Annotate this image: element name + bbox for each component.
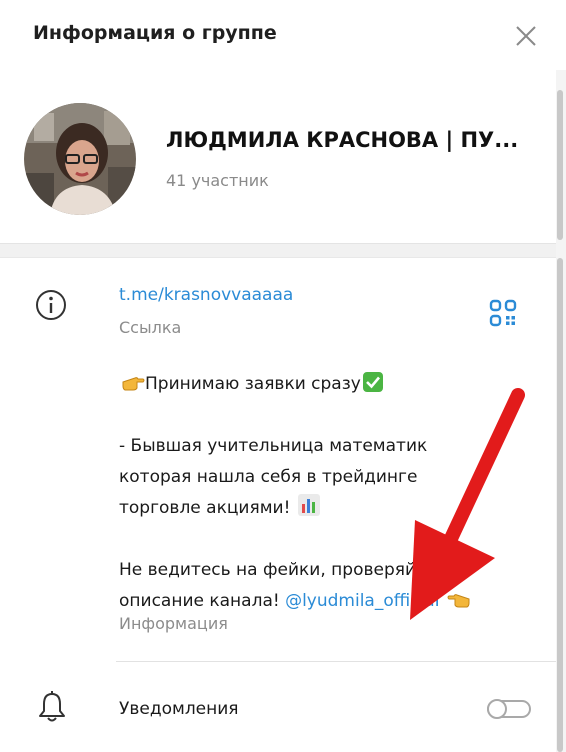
group-avatar[interactable] xyxy=(24,103,136,215)
close-icon xyxy=(516,26,536,46)
section-separator xyxy=(0,243,556,258)
info-icon xyxy=(36,290,66,320)
link-caption: Ссылка xyxy=(119,318,182,337)
description-text: описание канала! xyxy=(119,591,286,611)
close-button[interactable] xyxy=(510,20,542,52)
description-text: торговле акциями! xyxy=(119,498,291,518)
pointing-right-hand-icon xyxy=(121,372,145,403)
check-mark-icon xyxy=(362,372,383,403)
notifications-label: Уведомления xyxy=(119,699,239,719)
qr-code-icon[interactable] xyxy=(489,299,517,327)
divider xyxy=(116,661,556,662)
group-name: ЛЮДМИЛА КРАСНОВА | ПУ... xyxy=(166,128,519,152)
red-arrow-annotation xyxy=(410,388,525,620)
bell-icon xyxy=(39,691,65,722)
group-profile: ЛЮДМИЛА КРАСНОВА | ПУ... 41 участник xyxy=(0,70,556,245)
description-text: Принимаю заявки сразу xyxy=(145,374,361,394)
toggle-knob xyxy=(487,699,507,719)
member-count: 41 участник xyxy=(166,171,269,190)
description-caption: Информация xyxy=(119,614,228,633)
scrollbar-thumb[interactable] xyxy=(557,258,563,752)
dialog-title: Информация о группе xyxy=(33,22,277,44)
bar-chart-icon xyxy=(297,494,320,527)
notifications-toggle[interactable] xyxy=(487,699,533,721)
group-link[interactable]: t.me/krasnovvaaaaa xyxy=(119,285,293,305)
dialog-header: Информация о группе xyxy=(0,0,566,70)
scrollbar-thumb-top[interactable] xyxy=(557,90,563,240)
